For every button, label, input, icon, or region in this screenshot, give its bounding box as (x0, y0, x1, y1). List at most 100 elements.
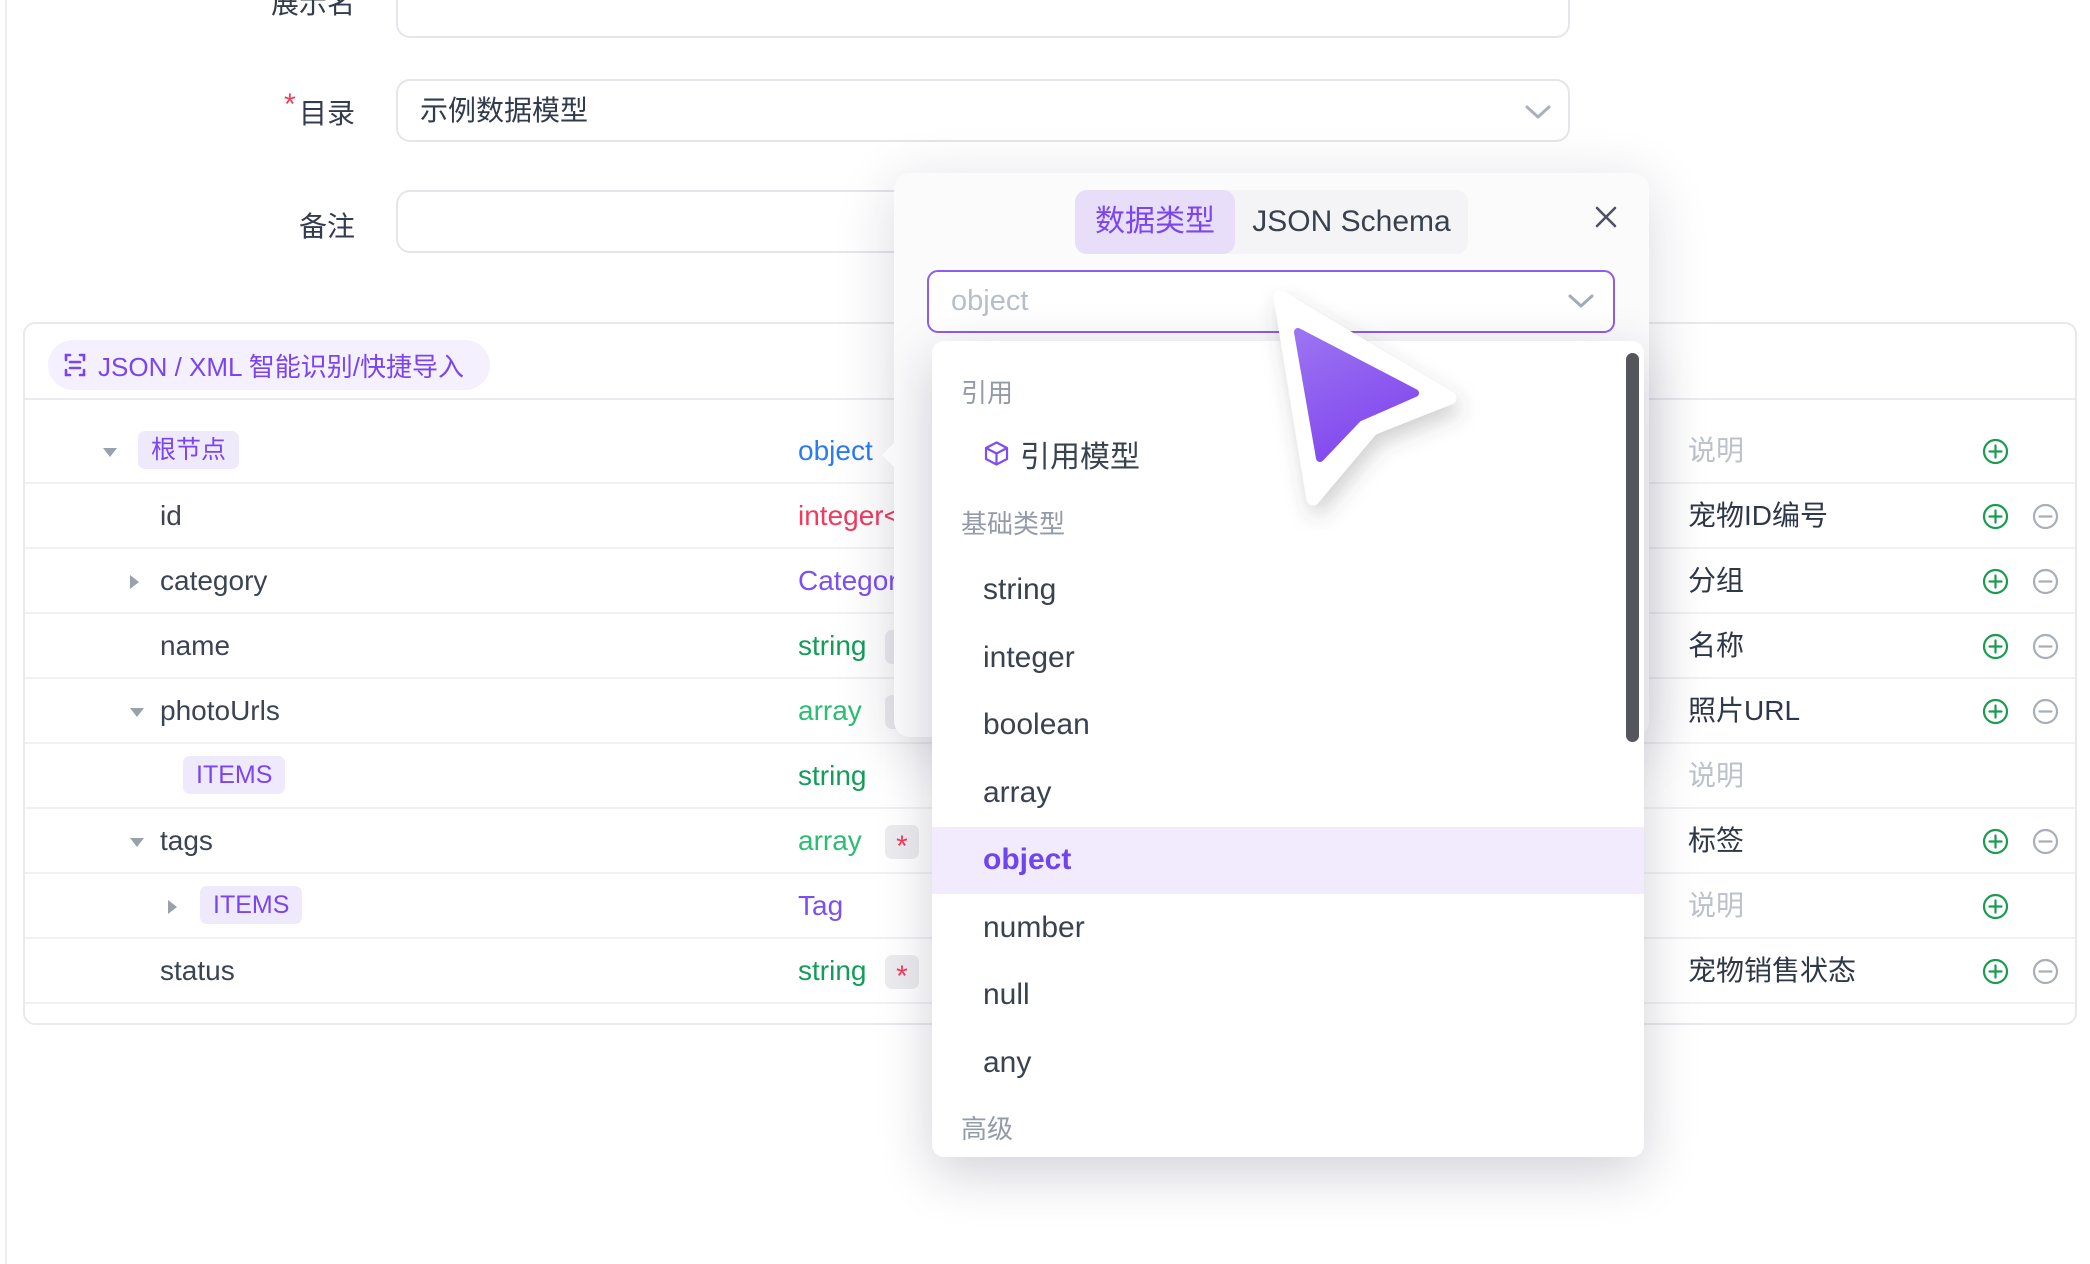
field-type[interactable]: object (798, 419, 873, 482)
dropdown-item-label: object (983, 843, 1071, 877)
field-name[interactable]: 根节点 (138, 419, 239, 482)
field-description[interactable]: 标签 (1688, 809, 1744, 872)
field-description[interactable]: 名称 (1688, 614, 1744, 677)
type-select[interactable]: object (927, 270, 1615, 333)
remove-field-button[interactable] (2032, 828, 2059, 855)
field-type[interactable]: string (798, 744, 866, 807)
chevron-down-icon (1567, 293, 1595, 310)
json-xml-import-button[interactable]: JSON / XML 智能识别/快捷导入 (48, 340, 490, 390)
dropdown-item-string[interactable]: string (932, 557, 1644, 625)
field-description[interactable]: 分组 (1688, 549, 1744, 612)
required-mark-chip[interactable]: * (885, 825, 919, 859)
dropdown-item-array[interactable]: array (932, 759, 1644, 827)
field-name[interactable]: status (160, 939, 235, 1002)
plus-circle-icon (1982, 698, 2009, 725)
dropdown-item-null[interactable]: null (932, 962, 1644, 1030)
popup-arrow (882, 442, 895, 468)
field-type[interactable]: string (798, 614, 866, 677)
field-type[interactable]: array (798, 679, 862, 742)
caret-down-icon[interactable] (130, 708, 144, 717)
plus-circle-icon (1982, 893, 2009, 920)
dropdown-item-label: any (983, 1046, 1031, 1080)
name-chip[interactable]: 根节点 (138, 431, 239, 469)
field-description[interactable]: 说明 (1688, 874, 1744, 937)
remove-field-button[interactable] (2032, 633, 2059, 660)
caret-right-icon[interactable] (168, 900, 177, 914)
dropdown-item-label: number (983, 911, 1085, 945)
field-name[interactable]: tags (160, 809, 213, 872)
add-field-button[interactable] (1982, 828, 2009, 855)
dropdown-group-label: 引用 (932, 362, 1644, 420)
field-name[interactable]: category (160, 549, 267, 612)
field-description[interactable]: 宠物销售状态 (1688, 939, 1856, 1002)
remove-field-button[interactable] (2032, 503, 2059, 530)
add-field-button[interactable] (1982, 698, 2009, 725)
plus-circle-icon (1982, 438, 2009, 465)
minus-circle-icon (2032, 568, 2059, 595)
caret-right-icon[interactable] (130, 575, 139, 589)
field-type[interactable]: string (798, 939, 866, 1002)
remove-field-button[interactable] (2032, 698, 2059, 725)
dropdown-item-label: integer (983, 641, 1075, 675)
chevron-down-icon (1524, 104, 1552, 121)
field-description[interactable]: 说明 (1688, 744, 1744, 807)
field-type[interactable]: array (798, 809, 862, 872)
name-chip[interactable]: ITEMS (183, 756, 285, 794)
catalog-label: 目录 (235, 92, 355, 132)
add-field-button[interactable] (1982, 503, 2009, 530)
dropdown-item-integer[interactable]: integer (932, 624, 1644, 692)
field-name[interactable]: ITEMS (200, 874, 302, 937)
cube-icon (983, 440, 1010, 467)
scan-import-icon (62, 352, 88, 378)
caret-down-icon[interactable] (103, 448, 117, 457)
tab-data-type[interactable]: 数据类型 (1075, 190, 1235, 254)
required-asterisk: * (896, 830, 908, 863)
tab-json-schema[interactable]: JSON Schema (1235, 190, 1468, 254)
remove-field-button[interactable] (2032, 958, 2059, 985)
add-field-button[interactable] (1982, 438, 2009, 465)
field-description[interactable]: 照片URL (1688, 679, 1800, 742)
dropdown-group-label: 高级 (932, 1097, 1644, 1158)
display-name-input[interactable] (396, 0, 1570, 38)
popup-tabs: 数据类型 JSON Schema (1075, 190, 1468, 254)
catalog-select[interactable]: 示例数据模型 (396, 79, 1570, 142)
field-name[interactable]: name (160, 614, 230, 677)
dropdown-item-label: array (983, 776, 1051, 810)
dropdown-item-number[interactable]: number (932, 894, 1644, 962)
remove-field-button[interactable] (2032, 568, 2059, 595)
dropdown-item-object[interactable]: object (932, 827, 1644, 895)
dropdown-scrollbar[interactable] (1626, 353, 1639, 742)
dropdown-item-label: boolean (983, 708, 1090, 742)
remark-label: 备注 (235, 205, 355, 245)
required-mark-chip[interactable]: * (885, 955, 919, 989)
field-name[interactable]: ITEMS (183, 744, 285, 807)
type-dropdown-list: 引用引用模型基础类型stringintegerbooleanarrayobjec… (932, 341, 1644, 1157)
field-description[interactable]: 宠物ID编号 (1688, 484, 1828, 547)
plus-circle-icon (1982, 958, 2009, 985)
field-type[interactable]: Tag (798, 874, 843, 937)
plus-circle-icon (1982, 828, 2009, 855)
minus-circle-icon (2032, 633, 2059, 660)
name-chip[interactable]: ITEMS (200, 886, 302, 924)
add-field-button[interactable] (1982, 893, 2009, 920)
display-name-label: 展示名 (235, 0, 355, 24)
dropdown-item-[interactable]: 引用模型 (932, 420, 1644, 488)
type-select-value: object (951, 272, 1028, 330)
minus-circle-icon (2032, 958, 2059, 985)
plus-circle-icon (1982, 633, 2009, 660)
field-description[interactable]: 说明 (1688, 419, 1744, 482)
minus-circle-icon (2032, 698, 2059, 725)
add-field-button[interactable] (1982, 633, 2009, 660)
dropdown-item-any[interactable]: any (932, 1029, 1644, 1097)
import-button-label: JSON / XML 智能识别/快捷导入 (98, 347, 464, 384)
page-left-divider (5, 0, 7, 1264)
add-field-button[interactable] (1982, 958, 2009, 985)
dropdown-item-boolean[interactable]: boolean (932, 692, 1644, 760)
dropdown-item-label: 引用模型 (1020, 432, 1140, 476)
minus-circle-icon (2032, 828, 2059, 855)
close-icon[interactable] (1593, 204, 1619, 230)
add-field-button[interactable] (1982, 568, 2009, 595)
field-name[interactable]: photoUrls (160, 679, 280, 742)
field-name[interactable]: id (160, 484, 182, 547)
caret-down-icon[interactable] (130, 838, 144, 847)
